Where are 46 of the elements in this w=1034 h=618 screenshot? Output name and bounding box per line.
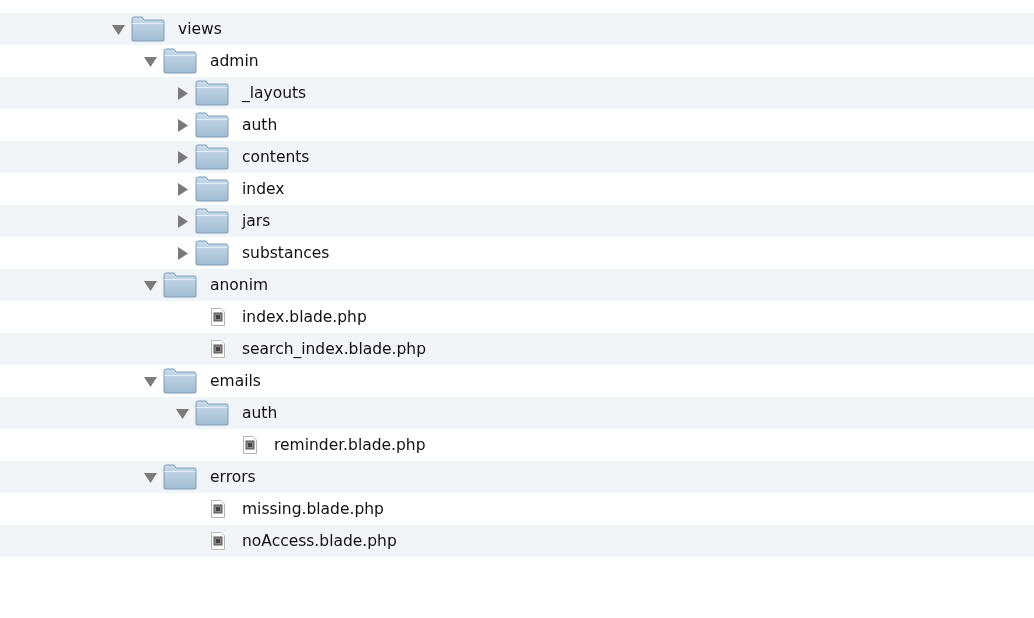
collapsed-triangle-icon[interactable] — [175, 118, 189, 132]
collapsed-triangle-icon[interactable] — [175, 150, 189, 164]
folder-name[interactable]: errors — [210, 468, 256, 486]
file-name[interactable]: noAccess.blade.php — [242, 532, 397, 550]
folder-name[interactable]: substances — [242, 244, 330, 262]
collapsed-triangle-icon[interactable] — [175, 86, 189, 100]
expanded-triangle-icon[interactable] — [175, 406, 189, 420]
folder-name[interactable]: _layouts — [242, 84, 307, 102]
folder-icon — [195, 176, 229, 202]
file-icon — [211, 340, 225, 358]
expanded-triangle-icon[interactable] — [143, 278, 157, 292]
folder-icon — [163, 368, 197, 394]
folder-name[interactable]: contents — [242, 148, 310, 166]
folder-icon — [195, 144, 229, 170]
expanded-triangle-icon[interactable] — [143, 374, 157, 388]
folder-icon — [163, 48, 197, 74]
expanded-triangle-icon[interactable] — [143, 470, 157, 484]
folder-icon — [163, 272, 197, 298]
folder-icon — [195, 112, 229, 138]
file-icon — [211, 308, 225, 326]
collapsed-triangle-icon[interactable] — [175, 182, 189, 196]
folder-icon — [131, 16, 165, 42]
file-icon — [243, 436, 257, 454]
folder-name[interactable]: auth — [242, 404, 278, 422]
folder-name[interactable]: index — [242, 180, 285, 198]
folder-name[interactable]: auth — [242, 116, 278, 134]
collapsed-triangle-icon[interactable] — [175, 214, 189, 228]
collapsed-triangle-icon[interactable] — [175, 246, 189, 260]
file-icon — [211, 500, 225, 518]
folder-icon — [195, 80, 229, 106]
folder-name[interactable]: emails — [210, 372, 261, 390]
file-name[interactable]: reminder.blade.php — [274, 436, 426, 454]
folder-name[interactable]: jars — [242, 212, 271, 230]
folder-name[interactable]: views — [178, 20, 222, 38]
file-name[interactable]: index.blade.php — [242, 308, 367, 326]
folder-icon — [195, 208, 229, 234]
folder-icon — [163, 464, 197, 490]
expanded-triangle-icon[interactable] — [111, 22, 125, 36]
expanded-triangle-icon[interactable] — [143, 54, 157, 68]
file-name[interactable]: search_index.blade.php — [242, 340, 427, 358]
folder-name[interactable]: admin — [210, 52, 259, 70]
file-name[interactable]: missing.blade.php — [242, 500, 384, 518]
folder-name[interactable]: anonim — [210, 276, 269, 294]
folder-icon — [195, 240, 229, 266]
folder-icon — [195, 400, 229, 426]
file-icon — [211, 532, 225, 550]
